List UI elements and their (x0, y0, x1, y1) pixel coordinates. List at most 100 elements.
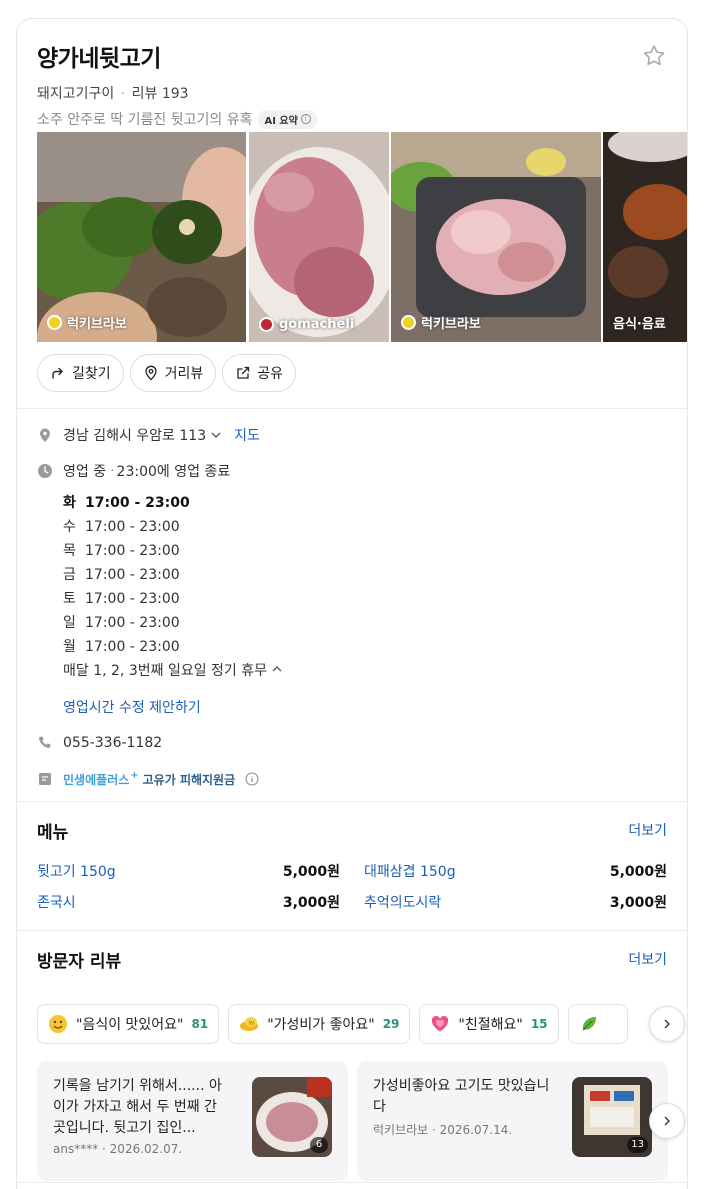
photo-3-caption: 럭키브라보 (401, 313, 481, 332)
reviews-more-link[interactable]: 더보기 (628, 949, 667, 969)
menu-item-name: 추억의도시락 (364, 895, 442, 911)
hours-time: 17:00 - 23:00 (85, 591, 180, 607)
info-icon[interactable] (245, 772, 259, 786)
directions-button[interactable]: 길찾기 (37, 354, 124, 392)
menu-item[interactable]: 뒷고기 150g 5,000원 (37, 861, 340, 880)
leaf-emoji-icon (582, 1017, 596, 1031)
menu-item-price: 5,000원 (282, 864, 340, 880)
street-view-button[interactable]: 거리뷰 (129, 354, 217, 392)
street-view-label: 거리뷰 (164, 366, 204, 382)
hours-time: 17:00 - 23:00 (85, 543, 180, 559)
hours-time: 17:00 - 23:00 (85, 519, 180, 535)
menu-item-price: 3,000원 (282, 895, 340, 911)
photo-strip[interactable]: 럭키브라보 gomacheli 럭키브라보 음식·음료 (37, 132, 687, 342)
menu-item-name: 뒷고기 150g (37, 864, 116, 880)
keyword-chip-value[interactable]: W "가성비가 좋아요" 29 (228, 1004, 411, 1044)
keyword-chip-more[interactable] (567, 1004, 628, 1044)
holiday-row[interactable]: 매달 1, 2, 3번째 일요일 정기 휴무 (63, 659, 667, 683)
menu-more-link[interactable]: 더보기 (628, 820, 667, 840)
chevron-up-icon[interactable] (271, 663, 283, 675)
review-card-1[interactable]: 기록을 남기기 위해서...... 아이가 가자고 해서 두 번째 간 곳입니다… (37, 1061, 348, 1181)
ai-summary-badge[interactable]: AI 요약 i (258, 109, 317, 129)
menu-title: 메뉴 (37, 822, 69, 843)
share-label: 공유 (257, 366, 284, 382)
photo-1-caption: 럭키브라보 (47, 313, 127, 332)
photo-3[interactable]: 럭키브라보 (391, 132, 601, 342)
photo-2-caption: gomacheli (259, 317, 354, 332)
map-link[interactable]: 지도 (234, 425, 260, 445)
hours-row-thu: 목 17:00 - 23:00 (63, 539, 667, 563)
ai-summary: 소주 안주로 딱 기름진 뒷고기의 유혹 AI 요약 i (37, 109, 667, 129)
share-button[interactable]: 공유 (222, 354, 297, 392)
hours-time: 17:00 - 23:00 (85, 495, 190, 511)
coin-emoji-icon: W (240, 1017, 259, 1031)
menu-header: 메뉴 더보기 (37, 819, 667, 843)
keyword-count: 15 (530, 1017, 548, 1031)
reviews-title: 방문자 리뷰 (37, 951, 122, 972)
photo-1-image (37, 132, 246, 342)
review-author: 럭키브라보 (373, 1123, 429, 1137)
promo-text: 고유가 피해지원금 (142, 772, 236, 787)
review-count-link[interactable]: 리뷰 193 (132, 86, 189, 102)
hours-row-sun: 일 17:00 - 23:00 (63, 611, 667, 635)
review-text: 기록을 남기기 위해서...... 아이가 가자고 해서 두 번째 간 곳입니다… (53, 1078, 222, 1136)
menu-item-price: 5,000원 (609, 864, 667, 880)
hours-time: 17:00 - 23:00 (85, 567, 180, 583)
info-section: 경남 김해시 우암로 113 지도 영업 중 · 23:00에 영업 종료 화1… (37, 423, 667, 791)
phone-row: 055-336-1182 (37, 731, 667, 755)
hours-row[interactable]: 영업 중 · 23:00에 영업 종료 (37, 459, 667, 483)
review-date: 2026.02.07. (109, 1142, 183, 1156)
hours-time: 17:00 - 23:00 (85, 615, 180, 631)
hours-day: 일 (63, 615, 76, 631)
menu-item[interactable]: 대패삼겹 150g 5,000원 (364, 861, 667, 880)
hours-row-tue: 화 17:00 - 23:00 (63, 491, 667, 515)
hours-day: 수 (63, 519, 76, 535)
photo-3-image (391, 132, 601, 342)
review-next-button[interactable] (649, 1103, 685, 1139)
photo-4[interactable]: 음식·음료 (603, 132, 687, 342)
photo-caption-text: 럭키브라보 (421, 317, 481, 332)
place-card: 양가네뒷고기 돼지고기구이 · 리뷰 193 소주 안주로 딱 기름진 뒷고기의… (16, 18, 688, 1189)
photo-1[interactable]: 럭키브라보 (37, 132, 246, 342)
place-category: 돼지고기구이 (37, 86, 115, 102)
photo-2[interactable]: gomacheli (249, 132, 389, 342)
photo-4-caption: 음식·음료 (613, 313, 666, 332)
promo-brand: 민생에플러스 (63, 772, 130, 787)
review-author: ans**** (53, 1142, 99, 1156)
svg-text:W: W (249, 1020, 255, 1027)
directions-icon (52, 367, 63, 379)
menu-item[interactable]: 추억의도시락 3,000원 (364, 892, 667, 911)
photo-caption-text: 음식·음료 (613, 317, 666, 332)
hours-row-mon: 월 17:00 - 23:00 (63, 635, 667, 659)
keyword-chips: "음식이 맛있어요" 81 W "가성비가 좋아요" 29 "친절해요" 15 (37, 1004, 687, 1046)
review-card-2[interactable]: 가성비좋아요 고기도 맛있습니다 럭키브라보 · 2026.07.14. 13 (357, 1061, 668, 1181)
business-status: 영업 중 (63, 464, 107, 480)
divider (17, 801, 687, 802)
keyword-count: 81 (191, 1017, 209, 1031)
keyword-count: 29 (382, 1017, 400, 1031)
menu-item[interactable]: 존국시 3,000원 (37, 892, 340, 911)
menu-grid: 뒷고기 150g 5,000원 대패삼겹 150g 5,000원 존국시 3,000원… (37, 861, 667, 911)
chevron-down-icon[interactable] (210, 429, 222, 441)
hours-day: 목 (63, 543, 76, 559)
promo-row[interactable]: 민생에플러스 + 고유가 피해지원금 (37, 767, 667, 791)
hours-row-wed: 수 17:00 - 23:00 (63, 515, 667, 539)
review-cards: 기록을 남기기 위해서...... 아이가 가자고 해서 두 번째 간 곳입니다… (37, 1061, 687, 1183)
review-thumbnail[interactable]: 6 (252, 1077, 332, 1157)
hours-list: 화 17:00 - 23:00 수 17:00 - 23:00 목 17:00 - 2… (63, 491, 667, 683)
photo-count-badge: 13 (627, 1137, 648, 1153)
keyword-chip-tasty[interactable]: "음식이 맛있어요" 81 (37, 1004, 220, 1044)
edit-hours-link[interactable]: 영업시간 수정 제안하기 (63, 697, 667, 717)
photo-caption-text: gomacheli (279, 317, 355, 332)
review-date: 2026.07.14. (439, 1123, 513, 1137)
review-thumbnail[interactable]: 13 (572, 1077, 652, 1157)
holiday-text: 매달 1, 2, 3번째 일요일 정기 휴무 (63, 663, 268, 679)
location-pin-icon (40, 428, 50, 442)
photo-2-image (249, 132, 389, 342)
phone-number[interactable]: 055-336-1182 (63, 735, 162, 751)
star-icon[interactable] (641, 43, 667, 69)
summary-text: 소주 안주로 딱 기름진 뒷고기의 유혹 (37, 112, 253, 128)
keyword-chip-kind[interactable]: "친절해요" 15 (419, 1004, 559, 1044)
keyword-next-button[interactable] (649, 1006, 685, 1042)
hours-row-sat: 토 17:00 - 23:00 (63, 587, 667, 611)
